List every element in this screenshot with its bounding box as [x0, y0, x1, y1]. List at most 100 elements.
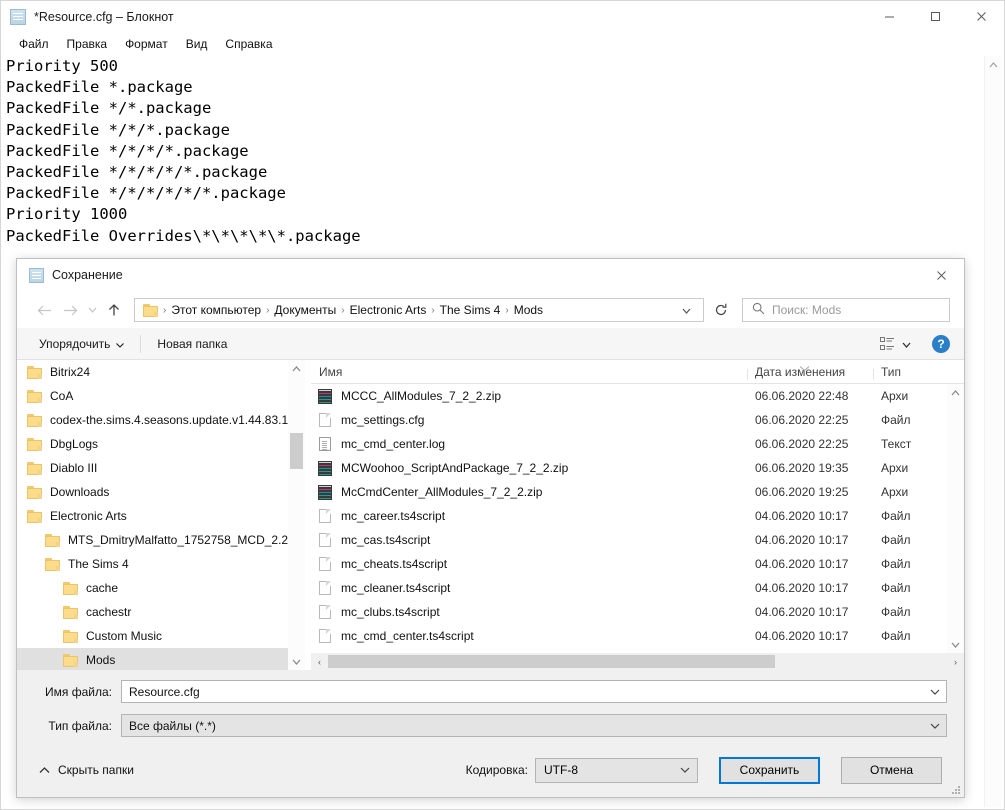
file-name: mc_settings.cfg [341, 413, 424, 427]
breadcrumb-bar[interactable]: › Этот компьютер › Документы › Electroni… [134, 298, 704, 322]
breadcrumb-item-4[interactable]: Mods [511, 303, 546, 317]
tree-item[interactable]: Electronic Arts [17, 504, 305, 528]
tree-item[interactable]: Mods [17, 648, 305, 670]
filename-input[interactable]: Resource.cfg [121, 680, 947, 703]
breadcrumb-item-3[interactable]: The Sims 4 [437, 303, 504, 317]
doc-file-icon [317, 508, 333, 524]
menu-help[interactable]: Справка [216, 34, 281, 54]
recent-locations-chevron-down-icon[interactable] [83, 297, 101, 323]
minimize-icon[interactable] [866, 1, 912, 32]
scroll-up-icon[interactable] [985, 56, 1002, 74]
menu-format[interactable]: Формат [116, 34, 177, 54]
hide-folders-button[interactable]: Скрыть папки [17, 763, 134, 777]
new-folder-label: Новая папка [157, 337, 227, 351]
back-icon[interactable] [31, 297, 57, 323]
file-type: Файл [881, 605, 911, 619]
file-row[interactable]: MCCC_AllModules_7_2_2.zip06.06.2020 22:4… [311, 384, 947, 408]
column-header-name[interactable]: Имя [311, 365, 755, 383]
file-row[interactable]: mc_cas.ts4script04.06.2020 10:17Файл [311, 528, 947, 552]
new-folder-button[interactable]: Новая папка [149, 333, 235, 355]
file-row[interactable]: mc_cleaner.ts4script04.06.2020 10:17Файл [311, 576, 947, 600]
file-name: mc_cleaner.ts4script [341, 581, 450, 595]
breadcrumb-item-0[interactable]: Этот компьютер [168, 303, 264, 317]
column-header-type[interactable]: Тип [881, 365, 941, 383]
file-row[interactable]: mc_clubs.ts4script04.06.2020 10:17Файл [311, 600, 947, 624]
tree-item-label: CoA [50, 389, 73, 403]
scroll-down-icon[interactable] [947, 636, 964, 653]
tree-item[interactable]: MTS_DmitryMalfatto_1752758_MCD_2.2.30 [17, 528, 305, 552]
menu-file[interactable]: Файл [10, 34, 58, 54]
tree-item[interactable]: The Sims 4 [17, 552, 305, 576]
file-row[interactable]: McCmdCenter_AllModules_7_2_2.zip06.06.20… [311, 480, 947, 504]
maximize-icon[interactable] [912, 1, 958, 32]
file-list[interactable]: MCCC_AllModules_7_2_2.zip06.06.2020 22:4… [311, 384, 947, 653]
navigation-tree[interactable]: Bitrix24 CoA codex-the.sims.4.seasons.upda… [17, 360, 306, 670]
scroll-up-icon[interactable] [947, 384, 964, 401]
file-row[interactable]: mc_cmd_center.ts4script04.06.2020 10:17Ф… [311, 624, 947, 648]
menu-view[interactable]: Вид [177, 34, 217, 54]
tree-item[interactable]: Diablo III [17, 456, 305, 480]
up-icon[interactable] [101, 297, 127, 323]
chevron-down-icon [116, 337, 124, 351]
tree-item[interactable]: cache [17, 576, 305, 600]
tree-item[interactable]: DbgLogs [17, 432, 305, 456]
tree-item[interactable]: cachestr [17, 600, 305, 624]
organize-button[interactable]: Упорядочить [31, 333, 132, 355]
view-chevron-down-icon[interactable] [902, 337, 911, 351]
tree-item[interactable]: Bitrix24 [17, 360, 305, 384]
refresh-icon[interactable] [706, 298, 736, 322]
tree-item[interactable]: Downloads [17, 480, 305, 504]
scrollbar-thumb[interactable] [290, 433, 303, 469]
file-name: MCCC_AllModules_7_2_2.zip [341, 389, 501, 403]
file-list-vertical-scrollbar[interactable] [947, 384, 964, 653]
chevron-down-icon[interactable] [680, 765, 690, 775]
tree-vertical-scrollbar[interactable] [288, 360, 305, 670]
menu-edit[interactable]: Правка [58, 34, 117, 54]
save-button[interactable]: Сохранить [719, 757, 820, 784]
tree-item[interactable]: Custom Music [17, 624, 305, 648]
filetype-select[interactable]: Все файлы (*.*) [121, 714, 947, 737]
scroll-up-icon[interactable] [288, 360, 305, 377]
file-row[interactable]: mc_cheats.ts4script04.06.2020 10:17Файл [311, 552, 947, 576]
file-date: 04.06.2020 10:17 [755, 629, 848, 643]
file-date: 04.06.2020 10:17 [755, 509, 848, 523]
scroll-left-icon[interactable]: ‹ [311, 657, 328, 667]
search-box[interactable]: Поиск: Mods [742, 298, 950, 322]
scroll-down-icon[interactable] [288, 653, 305, 670]
help-button[interactable]: ? [932, 335, 950, 353]
notepad-vertical-scrollbar[interactable] [984, 56, 1002, 807]
forward-icon[interactable] [57, 297, 83, 323]
encoding-select[interactable]: UTF-8 [535, 758, 698, 783]
file-row[interactable]: MCWoohoo_ScriptAndPackage_7_2_2.zip06.06… [311, 456, 947, 480]
folder-icon [143, 304, 158, 317]
file-row[interactable]: mc_career.ts4script04.06.2020 10:17Файл [311, 504, 947, 528]
breadcrumb-separator: › [339, 305, 346, 316]
chevron-down-icon[interactable] [930, 687, 940, 697]
scroll-right-icon[interactable]: › [947, 657, 964, 667]
tree-item-label: Downloads [50, 485, 109, 499]
chevron-down-icon[interactable] [930, 721, 940, 731]
file-row[interactable]: mc_settings.cfg06.06.2020 22:25Файл [311, 408, 947, 432]
file-row[interactable]: mc_cmd_center.log06.06.2020 22:25Текст [311, 432, 947, 456]
cancel-button[interactable]: Отмена [841, 757, 942, 784]
breadcrumb-chevron-down-icon[interactable] [674, 303, 699, 317]
file-name: mc_career.ts4script [341, 509, 445, 523]
breadcrumb-item-2[interactable]: Electronic Arts [347, 303, 430, 317]
tree-item-label: Mods [86, 653, 115, 667]
save-form: Имя файла: Resource.cfg Тип файла: Все ф… [17, 670, 964, 745]
scrollbar-thumb[interactable] [328, 655, 775, 668]
file-date: 06.06.2020 22:25 [755, 413, 848, 427]
file-list-horizontal-scrollbar[interactable]: ‹ › [311, 653, 964, 670]
tree-item[interactable]: codex-the.sims.4.seasons.update.v1.44.83… [17, 408, 305, 432]
window-title: *Resource.cfg – Блокнот [34, 10, 174, 24]
view-options-icon[interactable] [875, 334, 916, 354]
breadcrumb-item-1[interactable]: Документы [271, 303, 339, 317]
resize-grip[interactable] [951, 784, 961, 794]
window-controls [866, 1, 1004, 32]
column-header-date[interactable]: Дата изменения [755, 365, 881, 383]
close-icon[interactable] [958, 1, 1004, 32]
txt-file-icon [317, 436, 333, 452]
folder-icon [27, 366, 42, 379]
tree-item[interactable]: CoA [17, 384, 305, 408]
dialog-close-icon[interactable] [918, 259, 964, 292]
